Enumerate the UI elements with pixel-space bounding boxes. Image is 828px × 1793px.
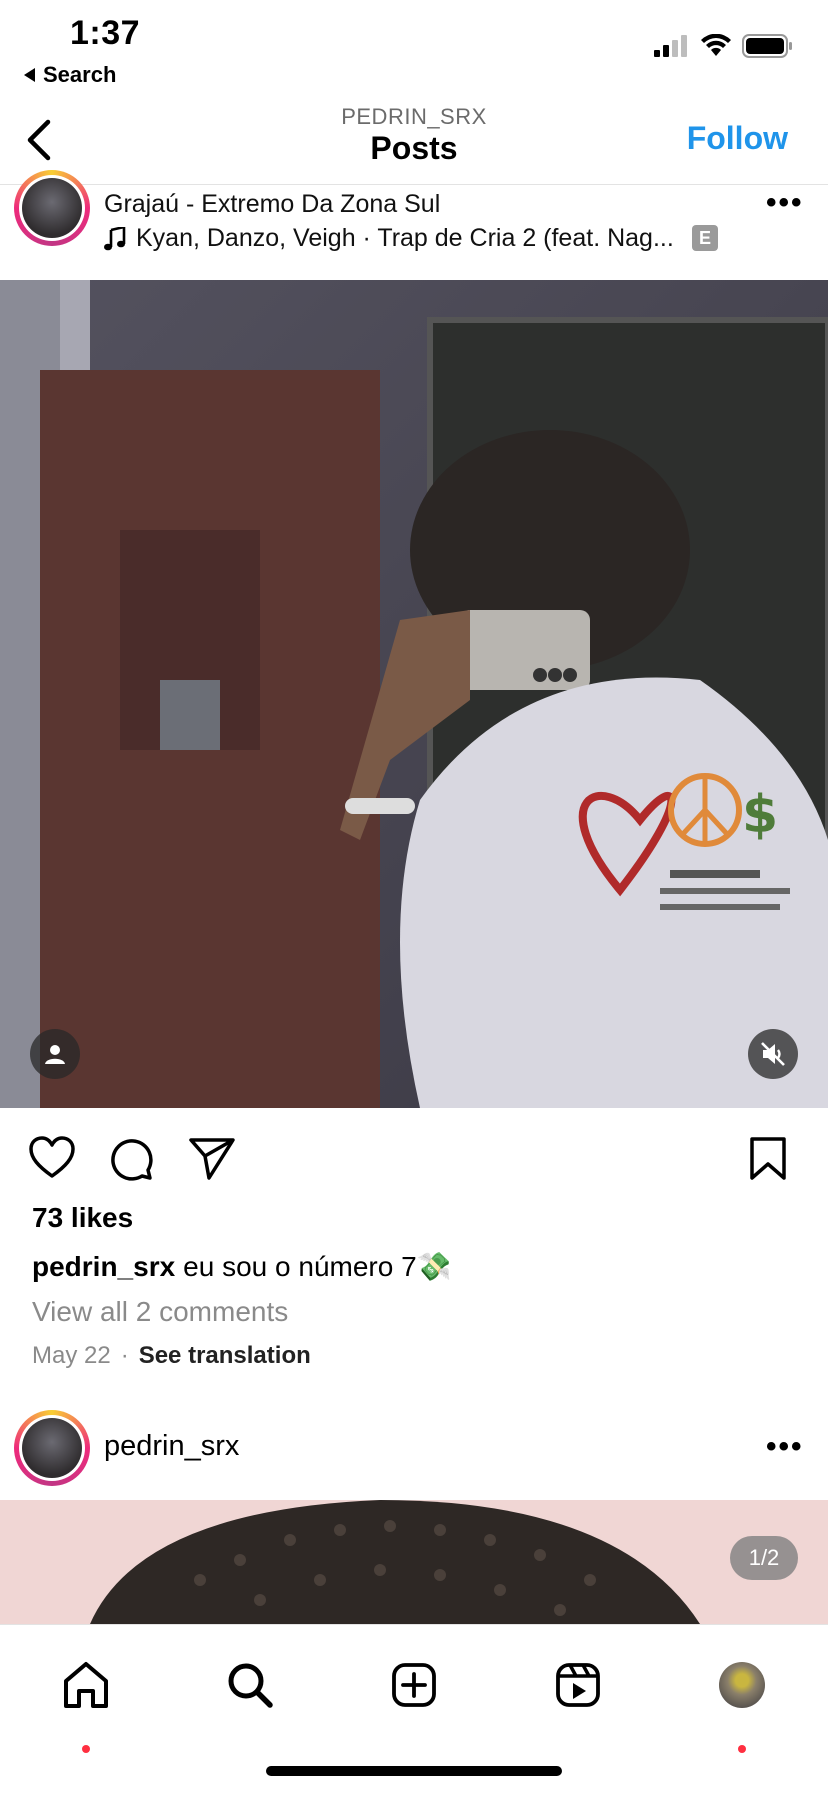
status-icons: [654, 34, 794, 58]
profile-notification-dot: [738, 1745, 746, 1753]
see-translation-link[interactable]: See translation: [139, 1342, 311, 1370]
post2-avatar[interactable]: [14, 1410, 90, 1486]
explicit-badge: E: [692, 225, 718, 251]
header-divider: [0, 184, 828, 185]
send-icon[interactable]: [188, 1136, 236, 1182]
tab-profile[interactable]: [712, 1655, 772, 1715]
post-photo[interactable]: $: [0, 280, 828, 1108]
post2-photo[interactable]: [0, 1500, 828, 1624]
tab-reels[interactable]: [548, 1655, 608, 1715]
post2-image: [0, 1500, 828, 1624]
add-post-icon: [392, 1663, 436, 1707]
more-dots-icon[interactable]: •••: [766, 186, 804, 220]
wifi-icon: [701, 34, 731, 56]
post-music[interactable]: Kyan, Danzo, Veigh · Trap de Cria 2 (fea…: [104, 224, 674, 253]
music-label: Kyan, Danzo, Veigh · Trap de Cria 2 (fea…: [136, 224, 674, 252]
music-note-icon: [104, 226, 126, 250]
post-caption: pedrin_srx eu sou o número 7💸: [32, 1250, 452, 1283]
home-icon: [64, 1662, 108, 1708]
tab-home[interactable]: [56, 1655, 116, 1715]
post-actions: [0, 1128, 828, 1188]
caption-text: eu sou o número 7💸: [183, 1251, 452, 1282]
battery-icon: [742, 34, 792, 58]
person-tag-icon: [45, 1045, 65, 1064]
caption-username[interactable]: pedrin_srx: [32, 1251, 175, 1282]
svg-text:$: $: [742, 785, 778, 845]
view-comments-link[interactable]: View all 2 comments: [32, 1296, 288, 1328]
tab-search[interactable]: [220, 1655, 280, 1715]
back-to-search[interactable]: Search: [24, 62, 116, 88]
post-date: May 22: [32, 1342, 111, 1369]
post-meta: May 22 · See translation: [32, 1342, 311, 1370]
back-to-search-label: Search: [43, 62, 117, 87]
tag-people-button[interactable]: [30, 1029, 80, 1079]
post-location[interactable]: Grajaú - Extremo Da Zona Sul: [104, 190, 440, 219]
back-triangle-icon: [24, 68, 35, 82]
more-dots-icon[interactable]: •••: [766, 1430, 804, 1464]
post2-username[interactable]: pedrin_srx: [104, 1430, 239, 1463]
tab-create[interactable]: [384, 1655, 444, 1715]
meta-separator: ·: [120, 1342, 129, 1369]
search-icon: [228, 1663, 273, 1708]
muted-speaker-icon: [761, 1042, 785, 1066]
follow-button[interactable]: Follow: [687, 120, 788, 157]
likes-count[interactable]: 73 likes: [32, 1202, 133, 1234]
post-avatar[interactable]: [14, 170, 90, 246]
heart-icon[interactable]: [28, 1136, 76, 1180]
status-time: 1:37: [70, 14, 141, 52]
signal-icon: [654, 35, 687, 57]
mute-button[interactable]: [748, 1029, 798, 1079]
comment-icon[interactable]: [108, 1136, 154, 1182]
profile-avatar: [719, 1662, 765, 1708]
reels-icon: [556, 1663, 600, 1707]
mirror-selfie-image: $: [0, 280, 828, 1108]
bookmark-icon[interactable]: [748, 1136, 788, 1182]
home-notification-dot: [82, 1745, 90, 1753]
carousel-count-badge: 1/2: [730, 1536, 798, 1580]
home-indicator[interactable]: [266, 1766, 562, 1776]
